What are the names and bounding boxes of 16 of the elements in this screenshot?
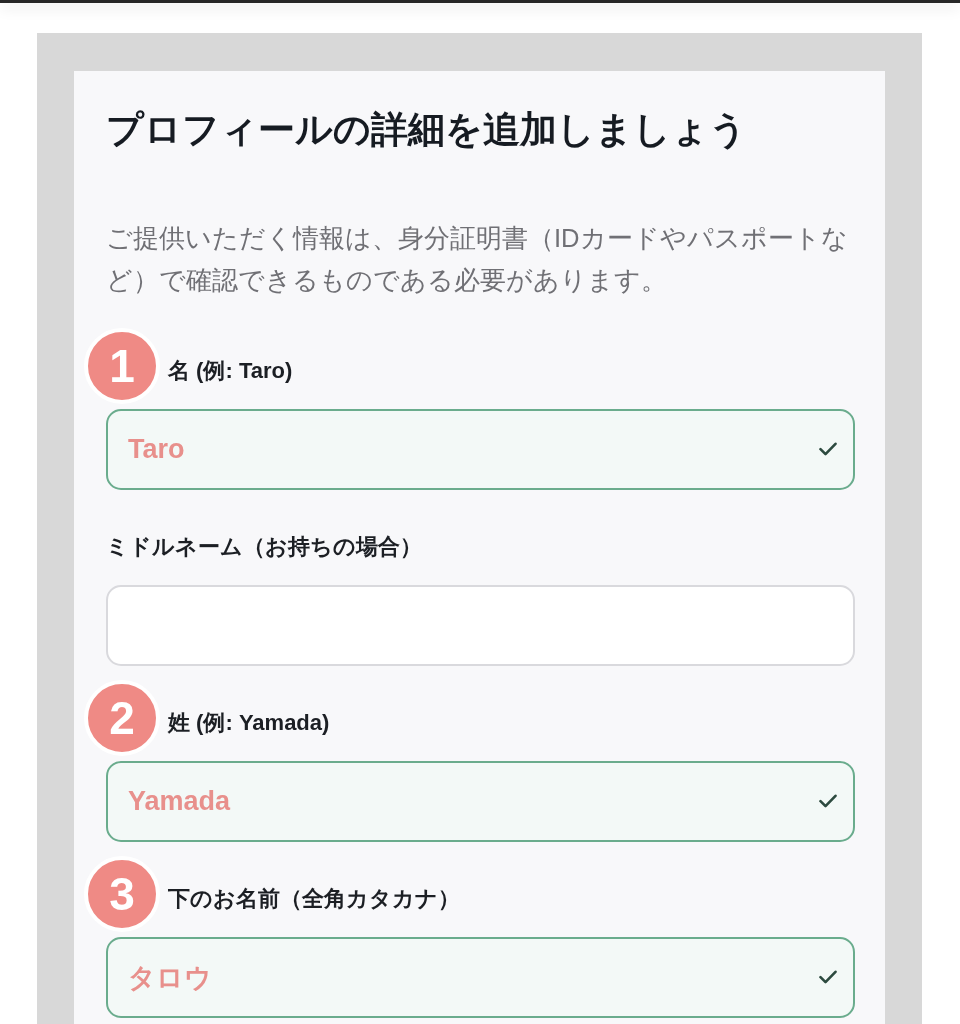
check-icon — [819, 442, 837, 456]
step-number: 2 — [84, 680, 160, 756]
check-icon — [819, 970, 837, 984]
field-label: 下のお名前（全角カタカナ） — [168, 885, 460, 913]
text-input[interactable] — [106, 585, 855, 666]
text-input[interactable]: タロウ — [106, 937, 855, 1018]
text-input[interactable]: Yamada — [106, 761, 855, 842]
description-text: ご提供いただく情報は、身分証明書（IDカードやパスポートなど）で確認できるものである必要があります。 — [106, 223, 849, 296]
step-number: 3 — [84, 856, 160, 932]
check-icon — [819, 794, 837, 808]
field-label: 姓 (例: Yamada) — [168, 709, 330, 737]
page-title: プロフィールの詳細を追加しましょう — [106, 108, 748, 152]
field-label: 名 (例: Taro) — [168, 357, 293, 385]
step-number: 1 — [84, 328, 160, 404]
field-label: ミドルネーム（お持ちの場合） — [106, 533, 422, 561]
text-input[interactable]: Taro — [106, 409, 855, 490]
